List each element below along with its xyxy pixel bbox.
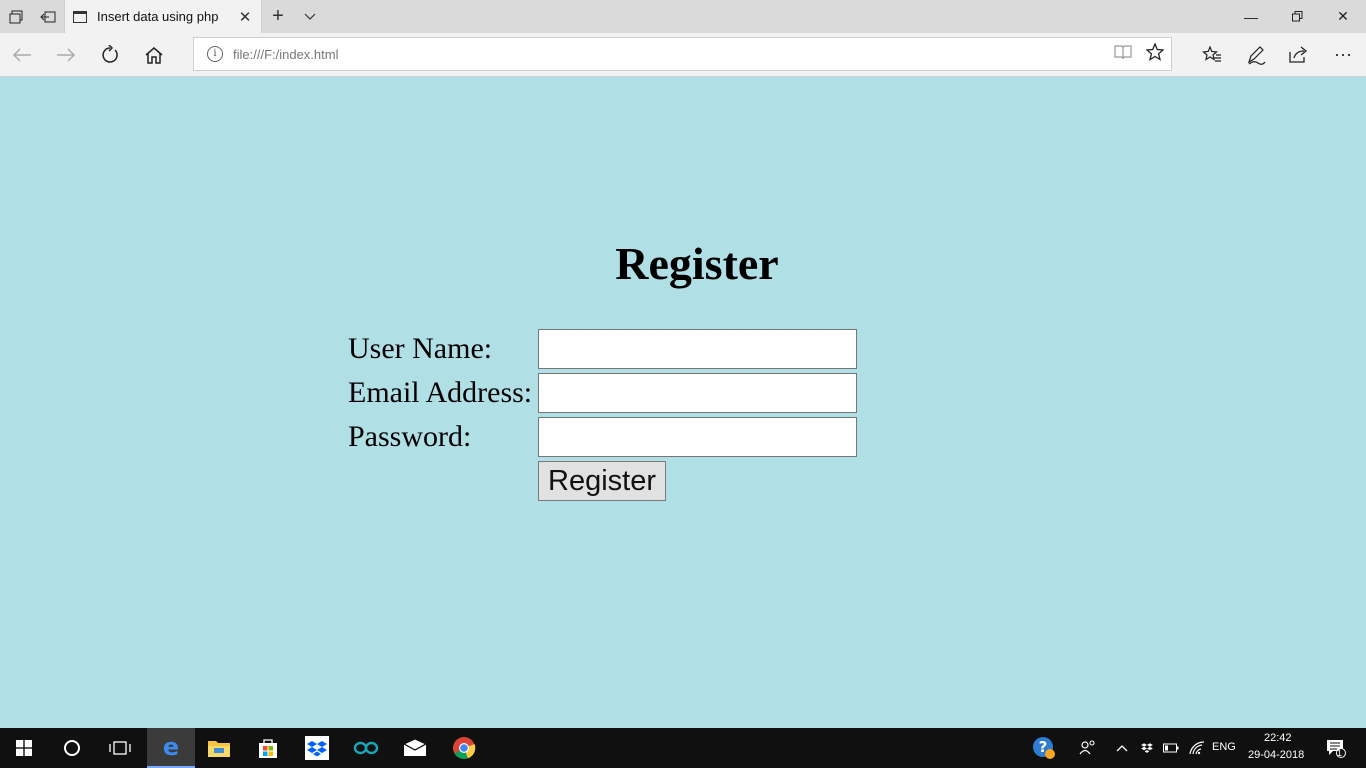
page-icon <box>73 10 87 23</box>
action-center-icon[interactable]: 1 <box>1314 728 1358 768</box>
info-icon[interactable]: i <box>207 46 223 62</box>
clock-date[interactable]: 29-04-2018 <box>1248 749 1304 761</box>
tab-list-icon[interactable] <box>0 0 32 33</box>
mail-icon[interactable] <box>391 728 439 768</box>
language-indicator[interactable]: ENG <box>1212 741 1236 753</box>
notification-count: 1 <box>1337 748 1343 758</box>
back-arrow-icon[interactable] <box>0 33 44 76</box>
user-name-label: User Name: <box>348 332 493 365</box>
refresh-icon[interactable] <box>88 33 132 76</box>
close-tab-icon[interactable]: ✕ <box>237 8 253 26</box>
address-bar[interactable]: i file:///F:/index.html <box>193 37 1172 71</box>
browser-toolbar: i file:///F:/index.html ··· <box>0 33 1366 77</box>
favorite-star-icon[interactable] <box>1139 41 1171 66</box>
pen-icon[interactable] <box>1234 33 1278 76</box>
share-icon[interactable] <box>1277 33 1321 76</box>
minimize-icon[interactable]: — <box>1228 0 1274 33</box>
new-tab-icon[interactable]: + <box>262 0 294 33</box>
home-icon[interactable] <box>132 33 176 76</box>
forward-arrow-icon[interactable] <box>44 33 88 76</box>
arduino-icon[interactable] <box>342 728 390 768</box>
restore-icon[interactable] <box>1274 0 1320 33</box>
email-label: Email Address: <box>348 376 533 409</box>
user-name-row: User Name: <box>348 329 857 369</box>
edge-browser-icon[interactable]: e <box>147 728 195 768</box>
help-icon[interactable]: ? <box>1020 728 1068 768</box>
store-icon[interactable] <box>244 728 292 768</box>
close-window-icon[interactable]: ✕ <box>1320 0 1366 33</box>
favorites-hub-icon[interactable] <box>1190 33 1234 76</box>
user-name-input[interactable] <box>538 329 857 369</box>
email-row: Email Address: <box>348 373 857 413</box>
tab-active[interactable]: Insert data using php ✕ <box>64 0 262 33</box>
dropbox-icon[interactable] <box>293 728 341 768</box>
password-row: Password: <box>348 417 857 457</box>
page-title: Register <box>615 238 779 289</box>
battery-icon[interactable] <box>1158 728 1184 768</box>
page-content: Register User Name: Email Address: Passw… <box>0 77 1366 728</box>
email-input[interactable] <box>538 373 857 413</box>
password-input[interactable] <box>538 417 857 457</box>
url-text[interactable]: file:///F:/index.html <box>233 47 1107 62</box>
dropbox-tray-icon[interactable] <box>1134 728 1160 768</box>
file-explorer-icon[interactable] <box>195 728 243 768</box>
more-icon[interactable]: ··· <box>1321 33 1365 76</box>
register-button[interactable]: Register <box>538 461 666 501</box>
task-view-icon[interactable] <box>96 728 144 768</box>
windows-start-icon[interactable] <box>0 728 48 768</box>
clock-time[interactable]: 22:42 <box>1264 732 1292 744</box>
password-label: Password: <box>348 420 472 453</box>
browser-title-bar: Insert data using php ✕ + — ✕ <box>0 0 1366 33</box>
cortana-search-icon[interactable] <box>48 728 96 768</box>
wifi-icon[interactable] <box>1184 728 1210 768</box>
reading-view-icon[interactable] <box>1107 44 1139 65</box>
set-tabs-aside-icon[interactable] <box>32 0 64 33</box>
windows-taskbar: e ? ENG 22:42 29-04-2018 1 <box>0 728 1366 768</box>
chevron-down-icon[interactable] <box>294 0 326 33</box>
tab-title: Insert data using php <box>97 9 219 24</box>
chrome-icon[interactable] <box>440 728 488 768</box>
